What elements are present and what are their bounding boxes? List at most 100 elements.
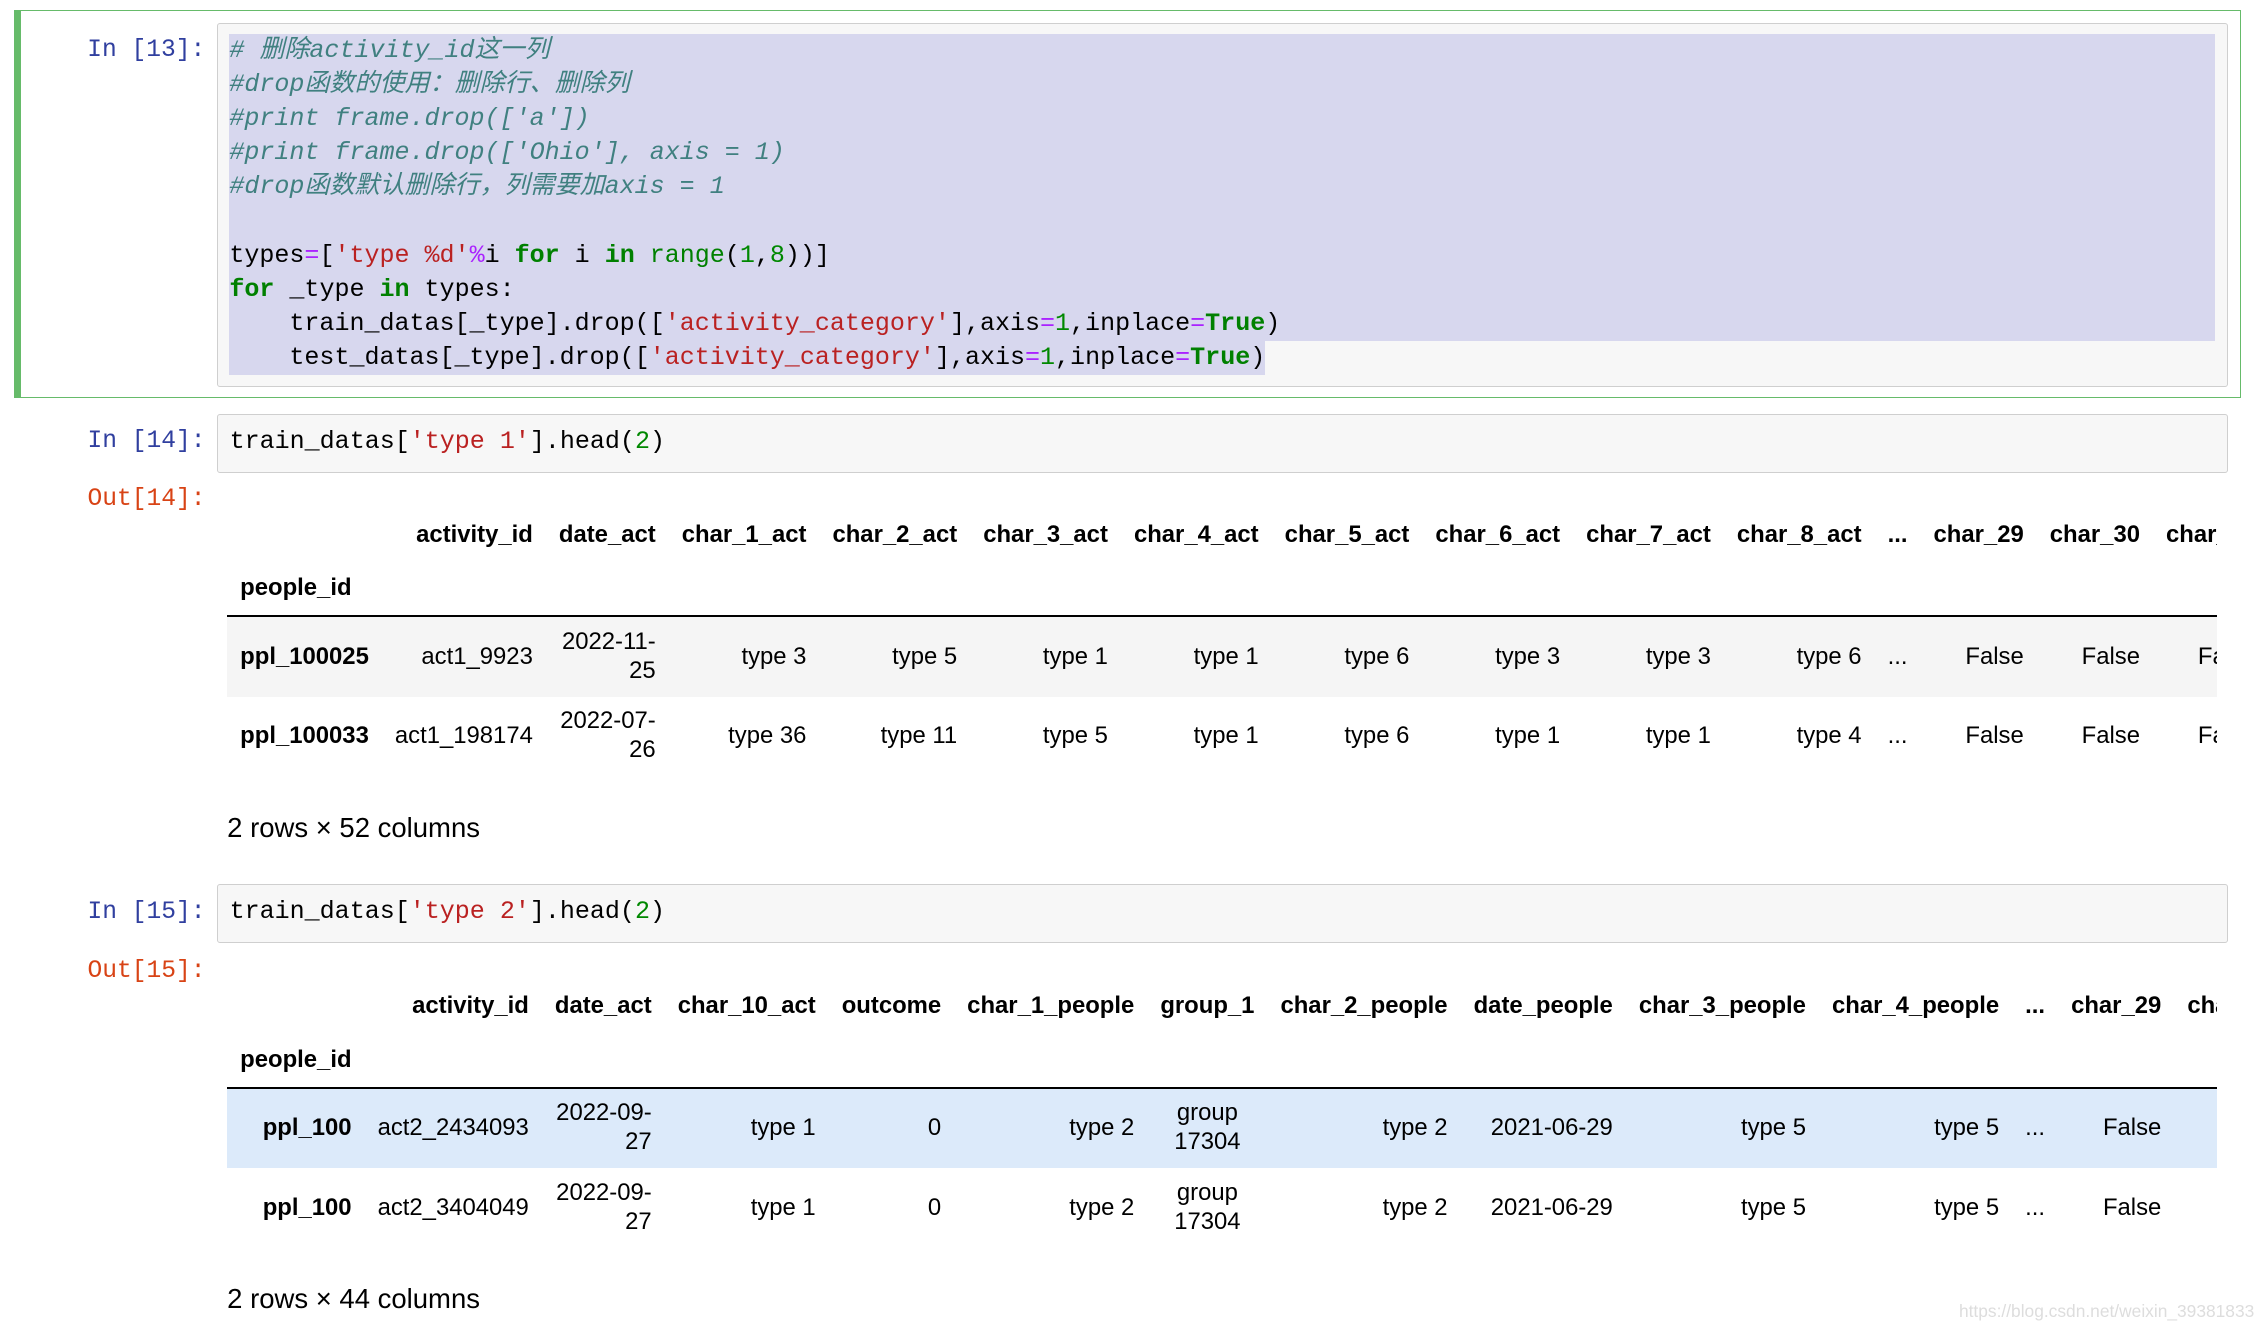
table-cell: type 4: [1796, 722, 1862, 750]
table-cell: 0: [927, 1114, 942, 1142]
empty-header: [1147, 1033, 1268, 1089]
code-token: #print frame.drop(['Ohio'], axis = 1): [229, 138, 785, 168]
code-token: 8: [769, 240, 785, 270]
code-token: for: [229, 274, 275, 304]
code-token: ): [649, 897, 665, 927]
index-name-row: people_id: [227, 1033, 2217, 1089]
code-token: 'type 1': [409, 426, 530, 456]
column-header: char_6_act: [1435, 520, 1561, 548]
column-header: char_30: [2049, 520, 2140, 548]
code-token: True: [1205, 308, 1266, 338]
column-header: ...: [2025, 992, 2046, 1020]
code-token: in: [379, 274, 410, 304]
code-token: train_datas[: [229, 897, 410, 927]
code-token: # 删除activity_id这一列: [229, 35, 550, 65]
empty-header: [1920, 561, 2037, 617]
column-header: char_5_act: [1284, 520, 1410, 548]
code-token: True: [1190, 343, 1251, 373]
table-cell: type 1: [1042, 642, 1108, 670]
code-token: [: [319, 240, 335, 270]
code-token: ],axis: [949, 308, 1041, 338]
table-cell: type 1: [1645, 722, 1711, 750]
code-line: #print frame.drop(['a']): [229, 102, 2216, 137]
table-row: ppl_100 act2_3404049 2022-09-27 type 1 0 type…: [227, 1168, 2216, 1248]
code-token: in: [604, 240, 635, 270]
table-cell: 2021-06-29: [1490, 1113, 1613, 1141]
column-header: char_3_act: [983, 520, 1108, 548]
table-cell: type 5: [1934, 1114, 2000, 1142]
table-cell: type 1: [1495, 722, 1561, 750]
empty-header: [2174, 1033, 2217, 1089]
empty-header: [664, 1033, 829, 1089]
table-cell: type 36: [728, 722, 807, 750]
empty-header: [1460, 1033, 1626, 1089]
table-cell: False: [2102, 1114, 2162, 1142]
table-cell: type 5: [1934, 1193, 2000, 1221]
column-header: char_7_act: [1586, 520, 1711, 548]
empty-header: [1573, 561, 1724, 617]
code-line: train_datas['type 2'].head(2): [230, 895, 2216, 929]
table-row: ppl_100033 act1_198174 2022-07-26 type 36 ty…: [227, 697, 2216, 777]
column-header: char_3_people: [1638, 992, 1806, 1020]
code-token: train_datas[_type].drop([: [229, 308, 665, 338]
output-prompt: Out[14]:: [87, 486, 206, 514]
empty-header: [1874, 561, 1921, 617]
code-line: [229, 204, 2216, 239]
row-index: ppl_100025: [240, 642, 369, 670]
empty-header: [1818, 1033, 2013, 1089]
code-token: 1: [1040, 343, 1056, 373]
column-header: date_people: [1473, 992, 1613, 1020]
table-cell: type 11: [880, 722, 958, 750]
code-token: (: [724, 240, 740, 270]
index-header-spacer: [227, 508, 382, 562]
table-cell: type 5: [1042, 722, 1108, 750]
table-cell: type 3: [1645, 642, 1711, 670]
empty-header: [1625, 1033, 1819, 1089]
empty-header: [381, 561, 546, 617]
table-cell: 2022-07-26: [560, 707, 656, 764]
empty-header: [970, 561, 1121, 617]
table-cell: type 2: [1382, 1114, 1448, 1142]
empty-header: [668, 561, 820, 617]
row-index: ppl_100033: [240, 722, 369, 750]
table-cell: 2022-11-25: [561, 627, 656, 684]
output-prompt: Out[15]:: [87, 957, 206, 985]
column-header: char_31: [2166, 520, 2217, 548]
code-token: ): [1265, 308, 1281, 338]
code-editor[interactable]: # 删除activity_id这一列 #drop函数的使用：删除行、删除列 #pri…: [216, 22, 2228, 388]
column-header: ...: [1887, 520, 1908, 548]
table-cell: act1_9923: [421, 642, 533, 670]
column-header: char_29: [2071, 992, 2162, 1020]
dataframe-output-14: activity_id date_act char_1_act char_2_act c…: [227, 508, 2217, 777]
table-cell: type 1: [750, 1114, 816, 1142]
table-cell: False: [2081, 722, 2140, 750]
row-index: ppl_100: [262, 1193, 352, 1221]
code-token: =: [1190, 308, 1206, 338]
code-editor[interactable]: train_datas['type 1'].head(2): [217, 413, 2229, 474]
table-cell: act2_3404049: [377, 1193, 529, 1221]
table-cell: ...: [2025, 1114, 2046, 1142]
table-cell: act1_198174: [394, 722, 533, 750]
code-cell-13[interactable]: In [13]: # 删除activity_id这一列 #drop函数的使用：删除…: [14, 10, 2242, 398]
table-cell: ...: [1887, 722, 1908, 750]
table-cell: type 5: [892, 642, 958, 670]
column-header: char_4_act: [1133, 520, 1259, 548]
code-editor[interactable]: train_datas['type 2'].head(2): [217, 884, 2229, 944]
table-cell: type 1: [1193, 722, 1259, 750]
index-header-spacer: [227, 980, 364, 1034]
empty-header: [2036, 561, 2154, 617]
dataframe-shape: 2 rows × 44 columns: [227, 1283, 480, 1315]
table-cell: False: [2197, 722, 2217, 750]
table-cell: type 1: [750, 1193, 816, 1221]
empty-header: [541, 1033, 665, 1089]
table-cell: type 5: [1740, 1114, 1806, 1142]
column-header: char_29: [1933, 520, 2024, 548]
code-token: 2: [634, 426, 650, 456]
code-token: #drop函数的使用：删除行、删除列: [229, 69, 630, 99]
code-token: =: [304, 240, 320, 270]
empty-header: [819, 561, 971, 617]
table-cell: 0: [927, 1193, 942, 1221]
empty-header: [828, 1033, 955, 1089]
code-token: #print frame.drop(['a']): [229, 104, 590, 134]
